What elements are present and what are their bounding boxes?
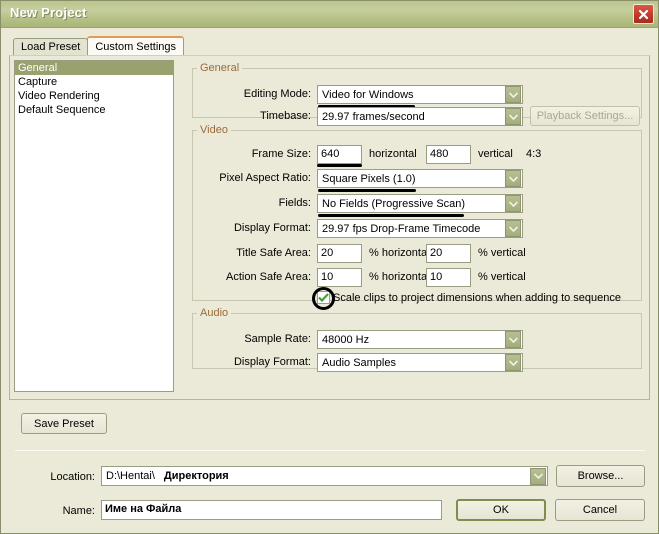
fields-value: No Fields (Progressive Scan) <box>322 197 466 210</box>
action-safe-horizontal-unit: % horizontal <box>369 271 430 283</box>
chevron-down-icon[interactable] <box>505 195 521 212</box>
scale-clips-row: Scale clips to project dimensions when a… <box>317 291 621 304</box>
close-x-icon <box>638 9 649 20</box>
video-display-format-value: 29.97 fps Drop-Frame Timecode <box>322 222 481 235</box>
title-safe-horizontal-input[interactable]: 20 <box>317 244 362 263</box>
list-item-capture[interactable]: Capture <box>15 75 173 89</box>
new-project-dialog: New Project Load Preset Custom Settings … <box>0 0 659 534</box>
editing-mode-value: Video for Windows <box>322 88 414 101</box>
audio-group-legend: Audio <box>200 307 229 319</box>
video-group-legend: Video <box>200 124 228 136</box>
location-label: Location: <box>50 471 95 483</box>
location-path-value: D:\Hentai\ <box>106 470 155 482</box>
playback-settings-button: Playback Settings... <box>530 106 640 126</box>
category-list[interactable]: General Capture Video Rendering Default … <box>14 60 174 392</box>
frame-size-horizontal-input[interactable]: 640 <box>317 145 362 164</box>
cancel-button[interactable]: Cancel <box>555 499 645 521</box>
annotation-underline-frame-size <box>317 164 362 167</box>
action-safe-horizontal-input[interactable]: 10 <box>317 268 362 287</box>
annotation-underline-fields <box>318 214 464 217</box>
general-group: General Editing Mode: Video for Windows … <box>192 62 642 126</box>
action-safe-vertical-unit: % vertical <box>478 271 526 283</box>
chevron-down-icon[interactable] <box>505 86 521 103</box>
location-combo[interactable]: D:\Hentai\ Директория <box>101 466 548 486</box>
audio-display-format-combo[interactable]: Audio Samples <box>317 353 523 372</box>
list-item-default-sequence[interactable]: Default Sequence <box>15 103 173 117</box>
name-label: Name: <box>62 505 95 517</box>
frame-size-vertical-unit: vertical <box>478 148 513 160</box>
scale-clips-label: Scale clips to project dimensions when a… <box>333 291 622 304</box>
chevron-down-icon[interactable] <box>505 170 521 187</box>
ok-button[interactable]: OK <box>456 499 546 521</box>
title-safe-vertical-unit: % vertical <box>478 247 526 259</box>
bottom-divider <box>15 450 645 451</box>
sample-rate-label: Sample Rate: <box>244 333 311 345</box>
chevron-down-icon[interactable] <box>505 331 521 348</box>
video-group: Video Frame Size: 640 horizontal 480 ver… <box>192 124 642 310</box>
chevron-down-icon[interactable] <box>505 354 521 371</box>
chevron-down-icon[interactable] <box>505 220 521 237</box>
pixel-aspect-ratio-combo[interactable]: Square Pixels (1.0) <box>317 169 523 188</box>
general-group-legend: General <box>200 62 240 74</box>
save-preset-button[interactable]: Save Preset <box>21 413 107 434</box>
tab-custom-settings[interactable]: Custom Settings <box>87 36 185 55</box>
action-safe-area-label: Action Safe Area: <box>226 271 311 283</box>
timebase-value: 29.97 frames/second <box>322 110 425 123</box>
fields-label: Fields: <box>278 197 311 209</box>
sample-rate-value: 48000 Hz <box>322 333 370 346</box>
settings-form: General Editing Mode: Video for Windows … <box>188 58 646 396</box>
tab-load-preset[interactable]: Load Preset <box>13 38 89 55</box>
fields-combo[interactable]: No Fields (Progressive Scan) <box>317 194 523 213</box>
sample-rate-combo[interactable]: 48000 Hz <box>317 330 523 349</box>
name-input[interactable]: Име на Файла <box>101 500 442 520</box>
title-bar: New Project <box>1 1 658 28</box>
action-safe-vertical-input[interactable]: 10 <box>426 268 471 287</box>
chevron-down-icon[interactable] <box>505 108 521 125</box>
close-button[interactable] <box>633 4 654 24</box>
title-safe-horizontal-unit: % horizontal <box>369 247 430 259</box>
audio-display-format-value: Audio Samples <box>322 356 396 369</box>
pixel-aspect-ratio-value: Square Pixels (1.0) <box>322 172 416 185</box>
checkmark-icon <box>318 293 329 302</box>
annotation-underline-pixel-aspect-ratio <box>318 189 416 192</box>
list-item-video-rendering[interactable]: Video Rendering <box>15 89 173 103</box>
chevron-down-icon[interactable] <box>530 467 546 485</box>
editing-mode-label: Editing Mode: <box>243 88 311 100</box>
timebase-label: Timebase: <box>260 110 311 122</box>
title-safe-vertical-input[interactable]: 20 <box>426 244 471 263</box>
video-display-format-combo[interactable]: 29.97 fps Drop-Frame Timecode <box>317 219 523 238</box>
frame-size-aspect-ratio: 4:3 <box>526 148 542 160</box>
title-safe-area-label: Title Safe Area: <box>236 247 311 259</box>
audio-display-format-label: Display Format: <box>233 356 311 368</box>
settings-panel: General Capture Video Rendering Default … <box>9 55 650 400</box>
frame-size-vertical-input[interactable]: 480 <box>426 145 471 164</box>
frame-size-horizontal-unit: horizontal <box>369 148 417 160</box>
audio-group: Audio Sample Rate: 48000 Hz Display Form… <box>192 307 642 372</box>
tab-strip: Load Preset Custom Settings <box>13 36 185 55</box>
scale-clips-checkbox[interactable] <box>317 291 330 304</box>
location-directory-value: Директория <box>163 470 229 482</box>
browse-button[interactable]: Browse... <box>556 465 645 487</box>
video-display-format-label: Display Format: <box>233 222 311 234</box>
window-title: New Project <box>10 5 87 20</box>
editing-mode-combo[interactable]: Video for Windows <box>317 85 523 104</box>
pixel-aspect-ratio-label: Pixel Aspect Ratio: <box>219 172 311 184</box>
list-item-general[interactable]: General <box>15 61 173 75</box>
frame-size-label: Frame Size: <box>251 148 311 160</box>
